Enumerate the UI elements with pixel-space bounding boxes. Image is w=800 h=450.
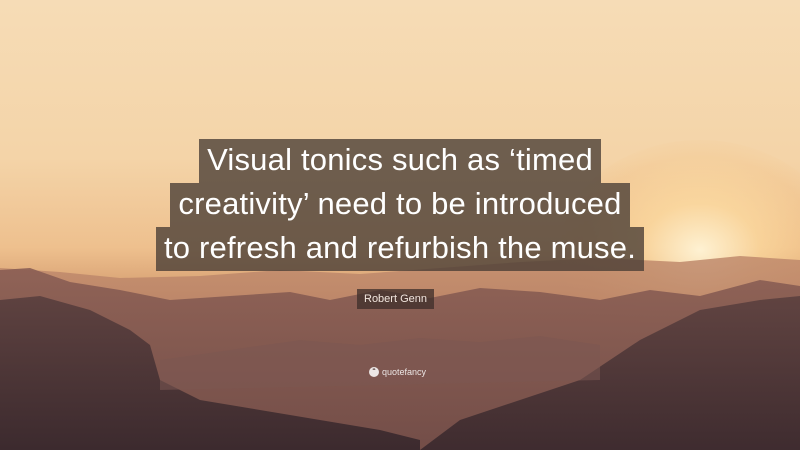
quote-image: Visual tonics such as ‘timed creativity’… [0, 0, 800, 450]
quote-icon: “ [369, 367, 379, 377]
quote-author: Robert Genn [357, 289, 434, 309]
brand-watermark: “ quotefancy [369, 366, 426, 378]
quote-text-block: Visual tonics such as ‘timed creativity’… [0, 139, 800, 271]
brand-name: quotefancy [382, 367, 427, 377]
quote-line-1: Visual tonics such as ‘timed [199, 139, 601, 183]
quote-line-3: to refresh and refurbish the muse. [155, 227, 645, 271]
quote-line-2: creativity’ need to be introduced [170, 183, 630, 227]
